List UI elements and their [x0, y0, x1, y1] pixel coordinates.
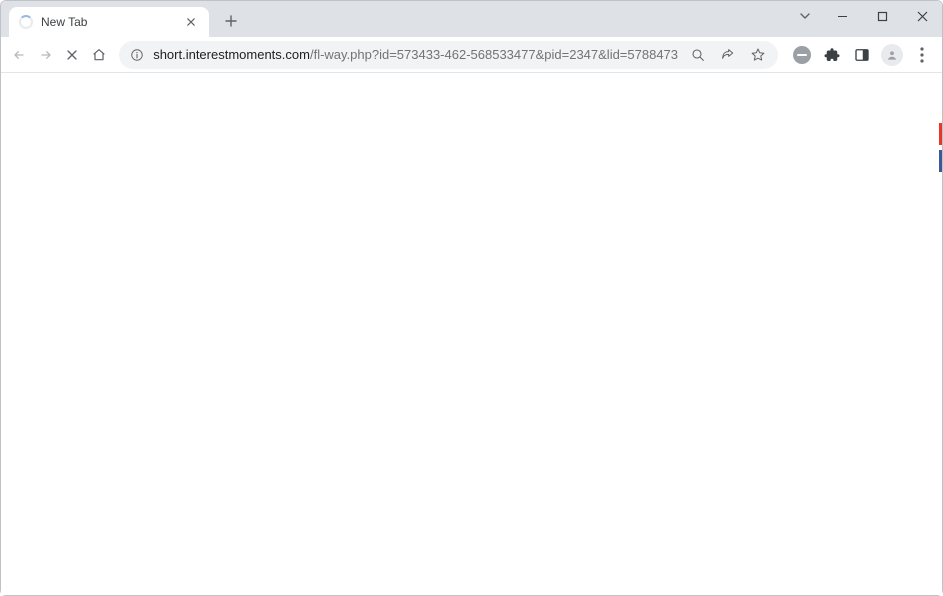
avatar-icon [881, 44, 903, 66]
titlebar: New Tab [1, 1, 942, 37]
dots-vertical-icon [920, 47, 924, 63]
home-icon [91, 47, 107, 63]
info-icon [130, 48, 144, 62]
puzzle-icon [823, 46, 841, 64]
side-panel-button[interactable] [848, 41, 876, 69]
zoom-button[interactable] [686, 43, 710, 67]
zoom-icon [690, 47, 706, 63]
close-icon [64, 47, 80, 63]
url-path: /fl-way.php?id=573433-462-568533477&pid=… [310, 47, 678, 62]
maximize-icon [877, 11, 888, 22]
home-button[interactable] [87, 41, 112, 69]
menu-button[interactable] [908, 41, 936, 69]
tab-title: New Tab [41, 15, 175, 29]
tab-search-button[interactable] [788, 1, 822, 31]
url-text: short.interestmoments.com/fl-way.php?id=… [153, 47, 678, 62]
adblock-icon [793, 46, 811, 64]
omnibox-actions [686, 43, 770, 67]
url-host: short.interestmoments.com [153, 47, 310, 62]
extension-adblock-button[interactable] [788, 41, 816, 69]
share-button[interactable] [716, 43, 740, 67]
star-icon [750, 47, 766, 63]
stop-reload-button[interactable] [60, 41, 85, 69]
close-icon [917, 11, 928, 22]
chevron-down-icon [799, 10, 811, 22]
forward-button[interactable] [34, 41, 59, 69]
close-icon [187, 18, 195, 26]
browser-window: New Tab [0, 0, 943, 596]
profile-button[interactable] [878, 41, 906, 69]
active-tab[interactable]: New Tab [9, 7, 209, 37]
page-content [1, 73, 942, 595]
close-tab-button[interactable] [183, 14, 199, 30]
side-panel-icon [853, 46, 871, 64]
overlay-sliver [939, 150, 942, 172]
arrow-right-icon [38, 47, 54, 63]
minimize-icon [837, 11, 848, 22]
toolbar-right [788, 41, 936, 69]
loading-spinner-icon [19, 15, 33, 29]
minimize-button[interactable] [822, 1, 862, 31]
address-bar[interactable]: short.interestmoments.com/fl-way.php?id=… [119, 41, 778, 69]
extensions-button[interactable] [818, 41, 846, 69]
window-controls [788, 1, 942, 31]
arrow-left-icon [11, 47, 27, 63]
close-window-button[interactable] [902, 1, 942, 31]
maximize-button[interactable] [862, 1, 902, 31]
toolbar: short.interestmoments.com/fl-way.php?id=… [1, 37, 942, 73]
new-tab-button[interactable] [217, 7, 245, 35]
plus-icon [225, 15, 237, 27]
bookmark-button[interactable] [746, 43, 770, 67]
share-icon [720, 47, 736, 63]
back-button[interactable] [7, 41, 32, 69]
site-info-button[interactable] [129, 47, 145, 63]
overlay-sliver [939, 123, 942, 145]
